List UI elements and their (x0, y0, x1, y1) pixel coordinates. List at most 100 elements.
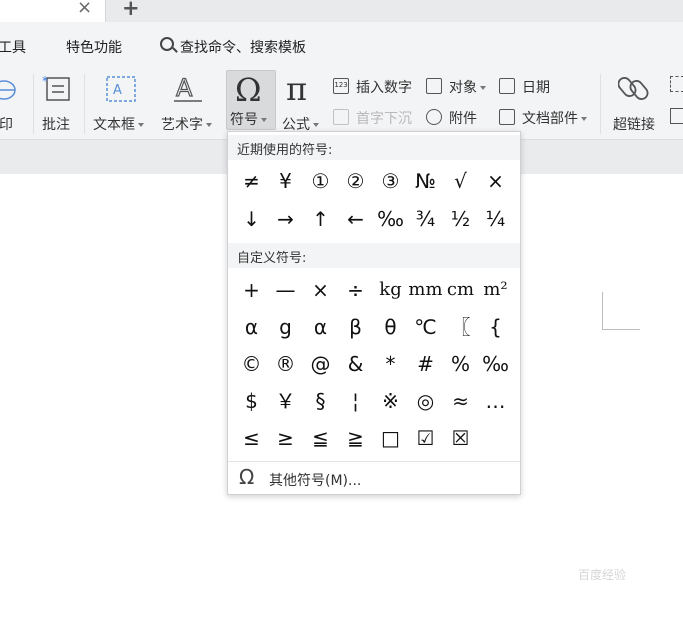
comment-button[interactable]: * 批注 (40, 70, 76, 133)
symbol-cell[interactable]: ☒ (443, 420, 478, 456)
symbol-cell[interactable]: ← (338, 201, 373, 237)
symbol-cell[interactable]: ≧ (338, 420, 373, 456)
symbol-cell[interactable]: → (268, 201, 303, 237)
symbol-cell[interactable]: # (408, 346, 443, 382)
object-button[interactable]: 对象 (426, 77, 492, 97)
textbox-button[interactable]: A 文本框 (93, 70, 151, 133)
symbol-cell[interactable]: + (234, 272, 269, 308)
symbol-cell[interactable]: … (478, 383, 513, 419)
symbol-cell[interactable]: β (338, 309, 373, 345)
symbol-cell[interactable]: θ (373, 309, 408, 345)
symbol-cell[interactable]: mm (408, 272, 443, 308)
svg-text:π: π (286, 72, 307, 104)
symbol-cell[interactable]: ◎ (408, 383, 443, 419)
more-symbols-button[interactable]: Ω 其他符号(M)... (236, 465, 416, 490)
object-icon (426, 78, 442, 94)
symbol-cell[interactable]: ☑ (408, 420, 443, 456)
symbol-cell[interactable]: & (338, 346, 373, 382)
search-label: 查找命令、搜索模板 (180, 40, 306, 56)
symbol-cell[interactable]: ¼ (478, 201, 513, 237)
recent-symbols-title: 近期使用的符号: (237, 143, 333, 158)
symbol-cell[interactable]: ℃ (408, 309, 443, 345)
print-icon (0, 80, 16, 100)
symbol-cell[interactable]: √ (443, 163, 478, 199)
paperclip-icon (426, 109, 442, 125)
print-button[interactable]: 印 (0, 70, 22, 133)
comment-label: 批注 (42, 117, 70, 133)
symbol-cell[interactable]: ¥ (268, 163, 303, 199)
symbol-cell[interactable]: ¦ (338, 383, 373, 419)
new-tab-button[interactable]: + (122, 0, 140, 20)
number-icon: 123 (333, 78, 349, 94)
attachment-label: 附件 (449, 111, 477, 127)
svg-text:Ω: Ω (235, 73, 262, 105)
search-icon (160, 37, 174, 51)
art-text-icon: A (174, 74, 202, 103)
svg-text:A: A (176, 74, 193, 102)
bookmark-button[interactable] (668, 74, 683, 130)
hyperlink-label: 超链接 (613, 117, 655, 133)
svg-text:A: A (113, 83, 122, 98)
symbol-cell[interactable]: kg (373, 272, 408, 308)
doc-parts-button[interactable]: 文档部件 (499, 108, 595, 128)
menu-special-features[interactable]: 特色功能 (66, 37, 122, 57)
symbol-cell[interactable]: α (234, 309, 269, 345)
symbol-cell[interactable]: ½ (443, 201, 478, 237)
link-icon (618, 77, 649, 100)
symbol-cell[interactable]: ® (268, 346, 303, 382)
symbol-cell[interactable]: ¾ (408, 201, 443, 237)
symbol-cell[interactable]: × (478, 163, 513, 199)
drop-cap-label: 首字下沉 (356, 111, 412, 127)
symbol-cell[interactable]: ③ (373, 163, 408, 199)
textbox-label: 文本框 (93, 117, 135, 133)
document-tab[interactable]: × (0, 0, 106, 22)
symbol-button[interactable]: Ω 符号 (226, 70, 276, 130)
symbol-cell[interactable]: ※ (373, 383, 408, 419)
menu-tools[interactable]: 工具 (0, 37, 26, 57)
attachment-button[interactable]: 附件 (426, 108, 486, 128)
symbol-cell[interactable]: ② (338, 163, 373, 199)
symbol-cell[interactable]: ÷ (338, 272, 373, 308)
symbol-cell[interactable]: * (373, 346, 408, 382)
symbol-cell[interactable]: □ (373, 420, 408, 456)
drop-cap-button[interactable]: 首字下沉 (333, 108, 423, 128)
calendar-icon (499, 78, 515, 94)
symbol-cell[interactable]: 〖 (443, 309, 478, 345)
symbol-cell[interactable]: ① (303, 163, 338, 199)
symbol-cell[interactable]: ≥ (268, 420, 303, 456)
symbol-cell[interactable]: © (234, 346, 269, 382)
symbol-cell[interactable]: @ (303, 346, 338, 382)
symbol-cell[interactable]: α (303, 309, 338, 345)
hyperlink-button[interactable]: 超链接 (610, 70, 662, 133)
symbol-cell[interactable]: № (408, 163, 443, 199)
symbol-cell[interactable]: ≤ (234, 420, 269, 456)
symbol-cell[interactable]: cm (443, 272, 478, 308)
symbol-cell[interactable]: ≈ (443, 383, 478, 419)
symbol-cell[interactable]: × (303, 272, 338, 308)
symbol-cell[interactable]: § (303, 383, 338, 419)
symbol-cell[interactable]: m² (478, 272, 513, 308)
symbol-cell[interactable]: ≠ (234, 163, 269, 199)
symbol-cell[interactable]: — (268, 272, 303, 308)
omega-icon: Ω (239, 465, 255, 489)
symbol-cell[interactable]: ‰ (373, 201, 408, 237)
insert-ribbon: 印 * 批注 A 文本框 A 艺术字 Ω 符号 π 公式 123 插入数字 对象… (0, 66, 683, 140)
symbol-cell[interactable]: { (478, 309, 513, 345)
symbol-cell[interactable]: % (443, 346, 478, 382)
formula-button[interactable]: π 公式 (280, 70, 324, 133)
symbol-cell[interactable]: ↓ (234, 201, 269, 237)
symbol-cell[interactable]: ↑ (303, 201, 338, 237)
custom-symbols-title: 自定义符号: (237, 251, 307, 266)
art-text-button[interactable]: A 艺术字 (160, 70, 218, 133)
symbol-cell[interactable]: ￥ (268, 383, 303, 419)
symbol-cell[interactable]: ‰ (478, 346, 513, 382)
omega-icon: Ω (235, 73, 262, 105)
page-margin-mark (602, 292, 640, 330)
symbol-cell[interactable]: ≦ (303, 420, 338, 456)
menu-bar: 工具 特色功能 查找命令、搜索模板 (0, 22, 683, 66)
date-button[interactable]: 日期 (499, 77, 559, 97)
close-tab-icon[interactable]: × (77, 0, 92, 18)
symbol-cell[interactable]: $ (234, 383, 269, 419)
insert-number-button[interactable]: 123 插入数字 (333, 77, 423, 97)
symbol-cell[interactable]: g (268, 309, 303, 345)
